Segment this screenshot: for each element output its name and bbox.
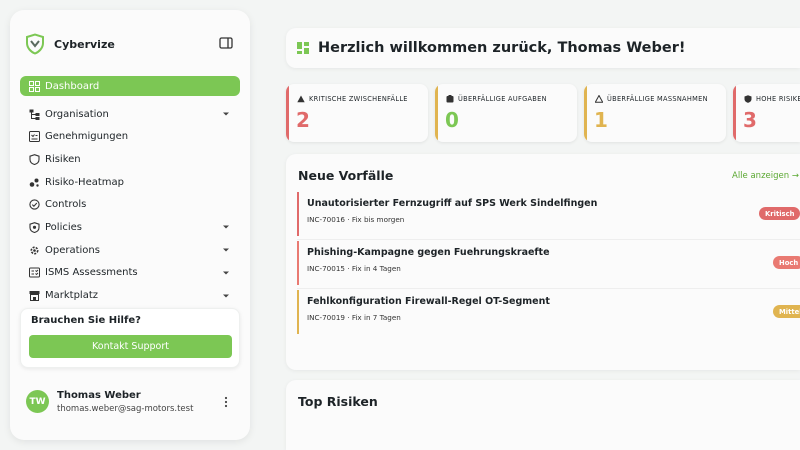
sidebar-item-label: Policies bbox=[45, 221, 82, 233]
heatmap-icon bbox=[28, 176, 40, 188]
chevron-down-icon bbox=[223, 225, 229, 229]
sidebar-item-label: Dashboard bbox=[45, 80, 100, 92]
sidebar-item-genehmigungen[interactable]: Genehmigungen bbox=[20, 127, 240, 147]
incident-row[interactable]: Phishing-Kampagne gegen Fuehrungskraefte… bbox=[297, 241, 800, 285]
org-icon bbox=[28, 108, 40, 120]
sidebar: Cybervize Dashboard Organisation Genehmi… bbox=[10, 10, 250, 440]
approvals-icon bbox=[28, 131, 40, 143]
stat-accent-bar bbox=[584, 84, 587, 142]
stat-value: 0 bbox=[445, 108, 459, 132]
sidebar-item-label: Genehmigungen bbox=[45, 131, 129, 143]
stat-accent-bar bbox=[733, 84, 736, 142]
logo-icon bbox=[26, 33, 44, 55]
chevron-down-icon bbox=[223, 294, 229, 297]
stat-label-text: KRITISCHE ZWISCHENFÄLLE bbox=[309, 95, 408, 103]
top-risks-panel: Top Risiken bbox=[286, 380, 800, 450]
stat-card-critical-incidents[interactable]: KRITISCHE ZWISCHENFÄLLE 2 bbox=[286, 84, 428, 142]
store-icon bbox=[28, 290, 40, 302]
sidebar-item-label: Marktplatz bbox=[45, 290, 99, 301]
stat-card-overdue-measures[interactable]: ÜBERFÄLLIGE MASSNAHMEN 1 bbox=[584, 84, 726, 142]
stat-value: 3 bbox=[743, 108, 757, 132]
avatar: TW bbox=[26, 390, 49, 413]
stat-accent-bar bbox=[435, 84, 438, 142]
grid-icon bbox=[28, 80, 40, 92]
top-risks-title: Top Risiken bbox=[298, 394, 378, 409]
stat-label-text: ÜBERFÄLLIGE MASSNAHMEN bbox=[607, 95, 708, 103]
incident-title: Fehlkonfiguration Firewall-Regel OT-Segm… bbox=[307, 296, 550, 307]
stat-value: 2 bbox=[296, 108, 310, 132]
warning-icon bbox=[595, 95, 603, 103]
chevron-down-icon bbox=[223, 112, 229, 116]
page-title: Herzlich willkommen zurück, Thomas Weber… bbox=[318, 40, 686, 56]
sidebar-item-operations[interactable]: Operations bbox=[20, 240, 240, 260]
stat-label: HOHE RISIKEN bbox=[744, 95, 800, 103]
stat-label: ÜBERFÄLLIGE AUFGABEN bbox=[446, 95, 547, 103]
brand[interactable]: Cybervize bbox=[24, 32, 115, 56]
severity-badge: Hoch bbox=[773, 256, 800, 269]
user-name: Thomas Weber bbox=[57, 390, 141, 401]
incident-title: Unautorisierter Fernzugriff auf SPS Werk… bbox=[307, 198, 598, 209]
stat-label: KRITISCHE ZWISCHENFÄLLE bbox=[297, 95, 408, 103]
contact-support-button[interactable]: Kontakt Support bbox=[29, 335, 232, 358]
stat-accent-bar bbox=[286, 84, 289, 142]
stat-label-text: ÜBERFÄLLIGE AUFGABEN bbox=[458, 95, 547, 103]
incident-row[interactable]: Fehlkonfiguration Firewall-Regel OT-Segm… bbox=[297, 290, 800, 334]
sidebar-item-controls[interactable]: Controls bbox=[20, 195, 240, 215]
sidebar-item-label: ISMS Assessments bbox=[45, 267, 138, 279]
incidents-title: Neue Vorfälle bbox=[298, 168, 394, 183]
sidebar-item-risiko-heatmap[interactable]: Risiko-Heatmap bbox=[20, 172, 240, 192]
welcome-banner: Herzlich willkommen zurück, Thomas Weber… bbox=[286, 28, 800, 68]
incident-meta: INC-70015 · Fix in 4 Tagen bbox=[307, 264, 401, 273]
shield-icon bbox=[744, 95, 752, 103]
chevron-down-icon bbox=[223, 271, 229, 275]
assessment-icon bbox=[28, 267, 40, 279]
chevron-down-icon bbox=[223, 248, 229, 252]
divider bbox=[297, 239, 800, 240]
sidebar-collapse-icon[interactable] bbox=[219, 37, 233, 49]
task-icon bbox=[446, 95, 454, 103]
sidebar-item-organisation[interactable]: Organisation bbox=[20, 104, 240, 124]
incident-meta: INC-70019 · Fix in 7 Tagen bbox=[307, 313, 401, 322]
help-box: Brauchen Sie Hilfe? Kontakt Support bbox=[20, 308, 240, 368]
incidents-panel: Neue Vorfälle Alle anzeigen → Unautorisi… bbox=[286, 154, 800, 370]
user-email: thomas.weber@sag-motors.test bbox=[57, 404, 194, 414]
sidebar-item-risiken[interactable]: Risiken bbox=[20, 149, 240, 169]
severity-badge: Mittel bbox=[773, 305, 800, 318]
shield-icon bbox=[28, 153, 40, 165]
dashboard-icon bbox=[297, 42, 309, 54]
warning-icon bbox=[297, 95, 305, 103]
sidebar-item-dashboard[interactable]: Dashboard bbox=[20, 76, 240, 96]
user-profile[interactable]: TW Thomas Weber thomas.weber@sag-motors.… bbox=[26, 390, 240, 418]
stat-label: ÜBERFÄLLIGE MASSNAHMEN bbox=[595, 95, 708, 103]
brand-name: Cybervize bbox=[54, 37, 115, 51]
help-title: Brauchen Sie Hilfe? bbox=[31, 315, 141, 326]
incident-meta: INC-70016 · Fix bis morgen bbox=[307, 215, 405, 224]
policy-icon bbox=[28, 221, 40, 233]
sidebar-item-label: Risiken bbox=[45, 153, 81, 165]
stat-card-overdue-tasks[interactable]: ÜBERFÄLLIGE AUFGABEN 0 bbox=[435, 84, 577, 142]
sidebar-item-label: Risiko-Heatmap bbox=[45, 176, 124, 188]
sidebar-item-marktplatz[interactable]: Marktplatz bbox=[20, 286, 240, 306]
incident-row[interactable]: Unautorisierter Fernzugriff auf SPS Werk… bbox=[297, 192, 800, 236]
incident-title: Phishing-Kampagne gegen Fuehrungskraefte bbox=[307, 247, 550, 258]
divider bbox=[297, 288, 800, 289]
sidebar-item-label: Controls bbox=[45, 199, 87, 211]
show-all-link[interactable]: Alle anzeigen → bbox=[732, 171, 799, 181]
stat-card-high-risks[interactable]: HOHE RISIKEN 3 bbox=[733, 84, 800, 142]
gear-icon bbox=[28, 244, 40, 256]
stat-label-text: HOHE RISIKEN bbox=[756, 95, 800, 103]
sidebar-item-isms-assessments[interactable]: ISMS Assessments bbox=[20, 263, 240, 283]
severity-badge: Kritisch bbox=[759, 207, 800, 220]
sidebar-item-label: Operations bbox=[45, 244, 100, 256]
controls-icon bbox=[28, 199, 40, 211]
sidebar-item-label: Organisation bbox=[45, 108, 109, 120]
stat-value: 1 bbox=[594, 108, 608, 132]
sidebar-item-policies[interactable]: Policies bbox=[20, 217, 240, 237]
more-vertical-icon[interactable] bbox=[223, 395, 229, 409]
sidebar-nav: Dashboard Organisation Genehmigungen Ris… bbox=[20, 76, 240, 308]
